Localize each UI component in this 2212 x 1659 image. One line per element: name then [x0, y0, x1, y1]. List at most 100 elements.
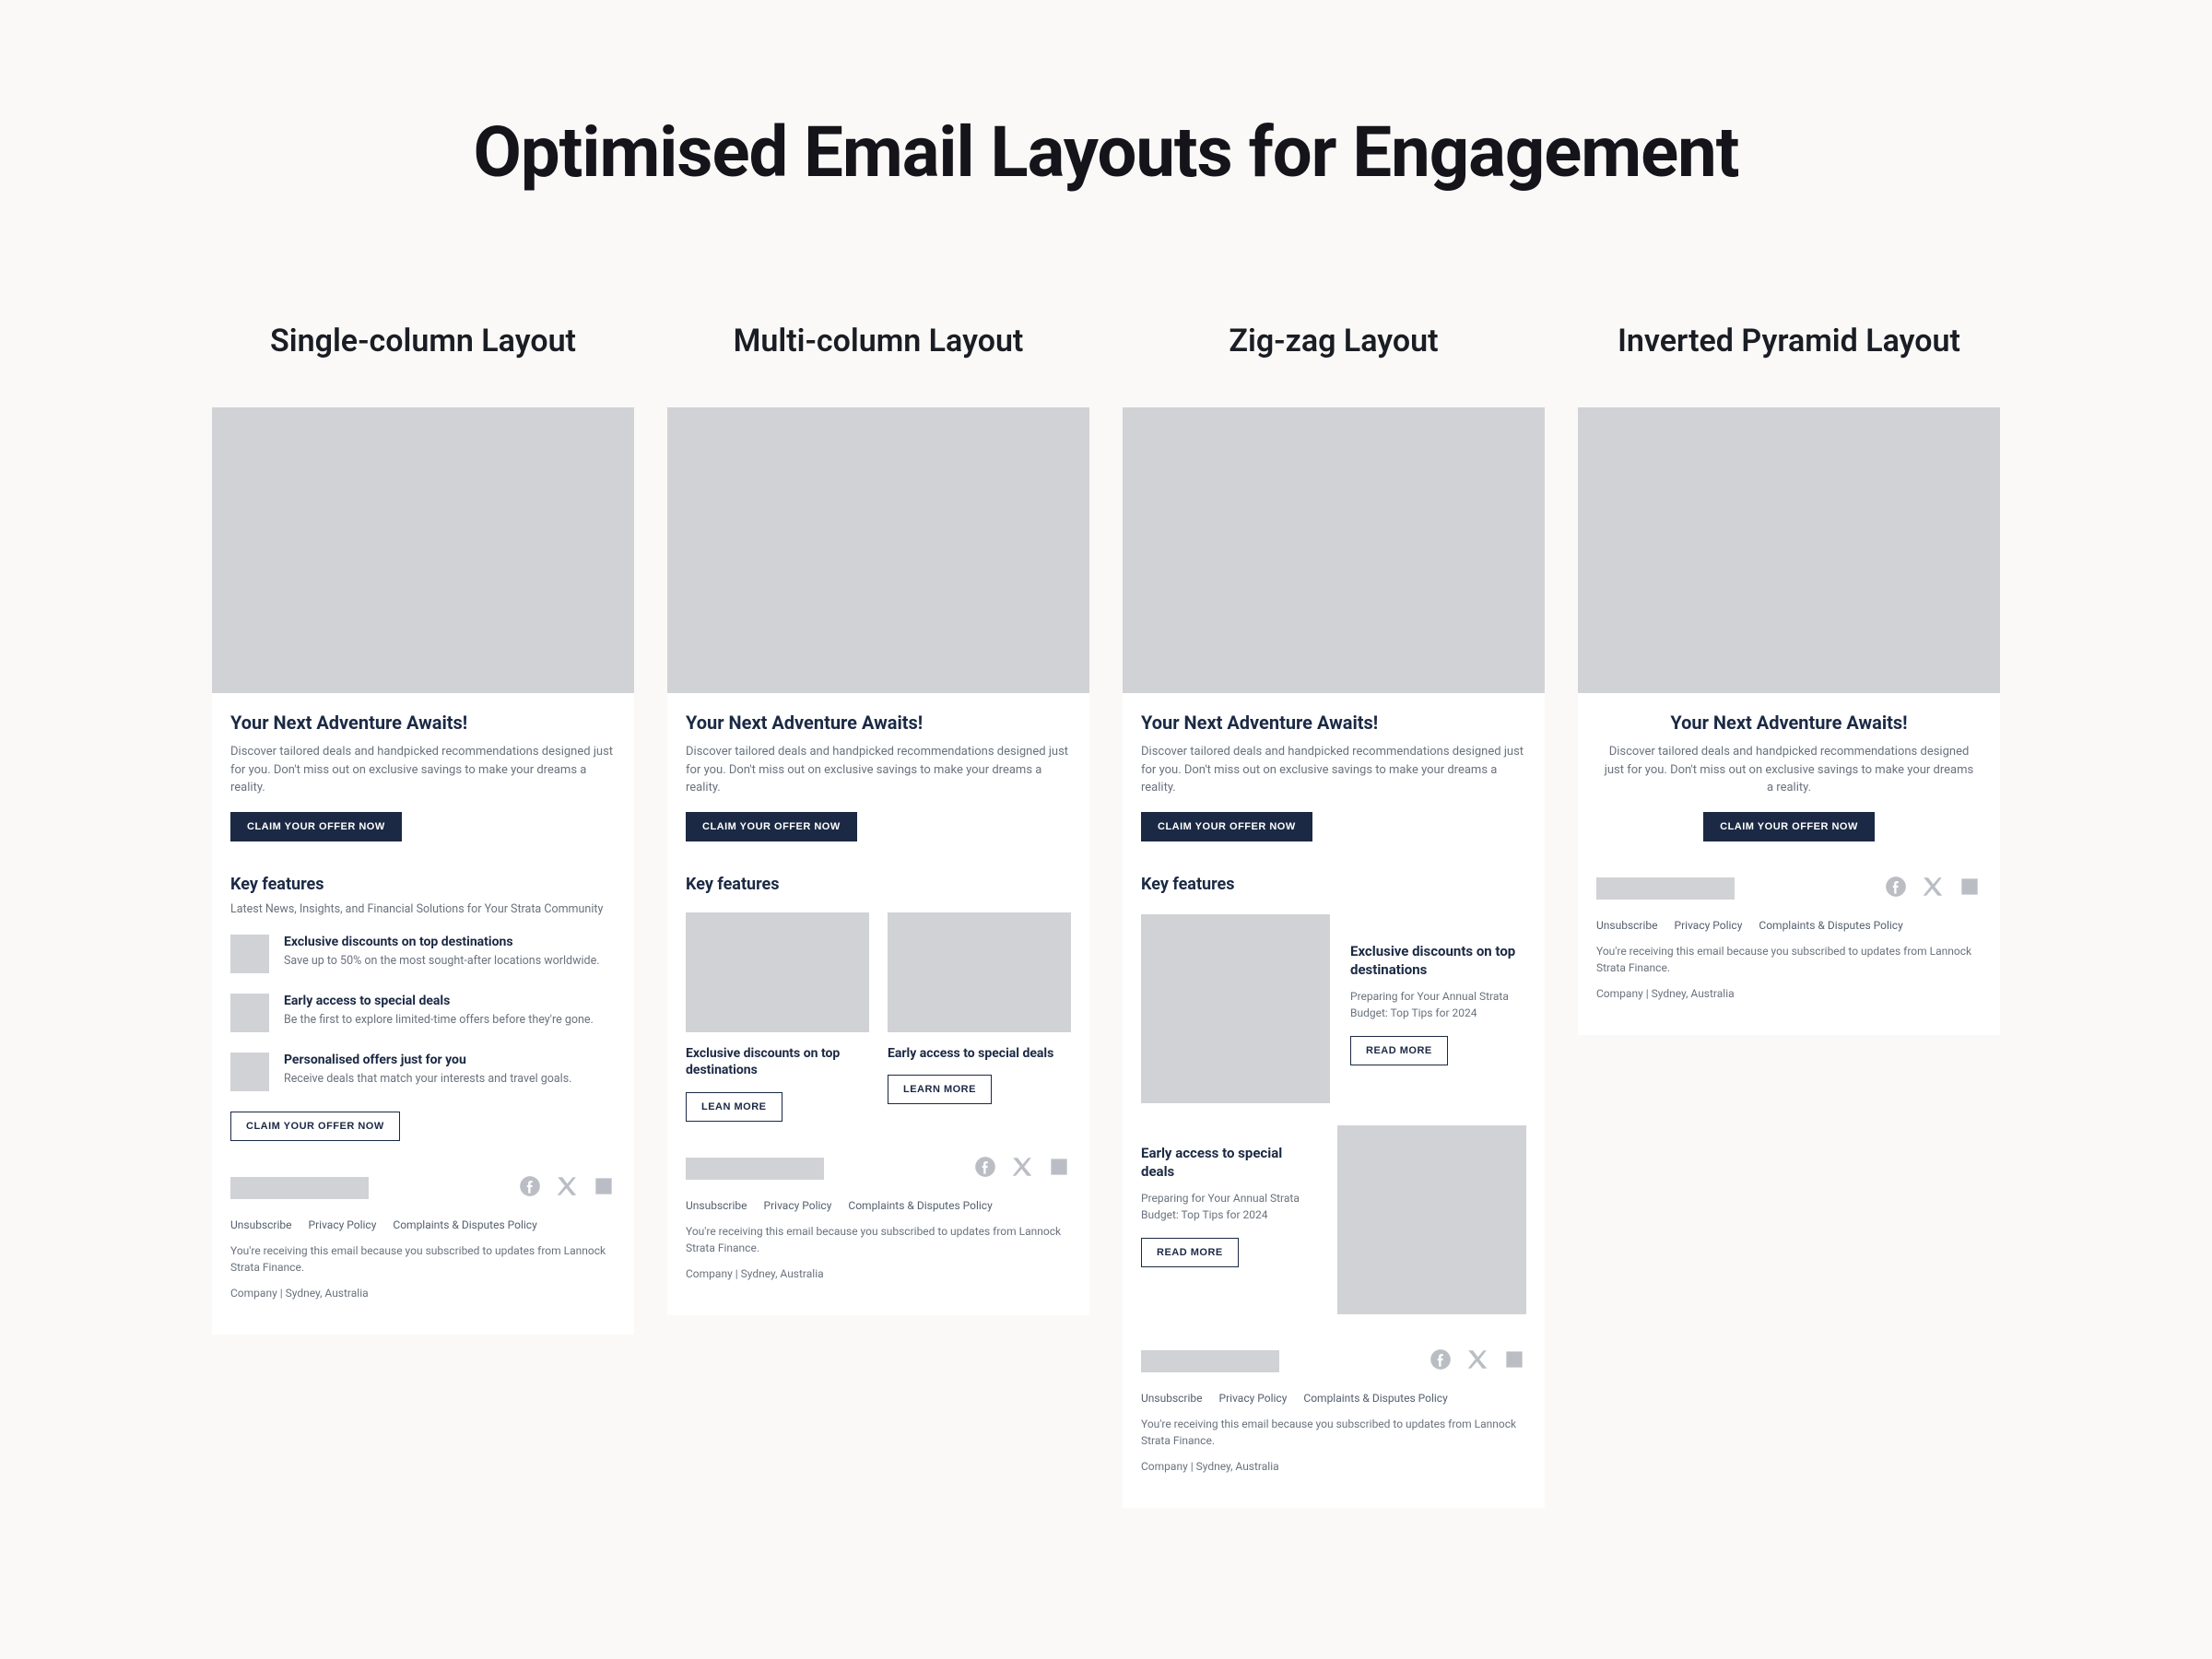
- feature-thumb-placeholder: [686, 912, 869, 1032]
- facebook-icon[interactable]: [518, 1174, 542, 1202]
- feature-title: Exclusive discounts on top destinations: [1350, 942, 1526, 980]
- hero-image-placeholder: [212, 407, 634, 693]
- x-icon[interactable]: [1010, 1155, 1034, 1182]
- linkedin-icon[interactable]: [1047, 1155, 1071, 1182]
- footer-links: Unsubscribe Privacy Policy Complaints & …: [1596, 919, 1982, 932]
- footer-complaints-link[interactable]: Complaints & Disputes Policy: [1303, 1392, 1447, 1405]
- layout-title: Single-column Layout: [212, 323, 634, 359]
- footer-privacy-link[interactable]: Privacy Policy: [1219, 1392, 1288, 1405]
- layouts-row: Single-column Layout Your Next Adventure…: [212, 323, 2000, 1508]
- footer-complaints-link[interactable]: Complaints & Disputes Policy: [393, 1218, 536, 1231]
- email-card: Your Next Adventure Awaits! Discover tai…: [667, 407, 1089, 1315]
- page-title: Optimised Email Layouts for Engagement: [212, 111, 2000, 194]
- footer-bar: [230, 1174, 616, 1202]
- facebook-icon[interactable]: [973, 1155, 997, 1182]
- footer-unsubscribe-link[interactable]: Unsubscribe: [230, 1218, 292, 1231]
- cta-primary-button[interactable]: CLAIM YOUR OFFER NOW: [230, 812, 402, 841]
- footer-reason: You're receiving this email because you …: [686, 1223, 1071, 1256]
- footer-company: Company | Sydney, Australia: [1141, 1458, 1526, 1475]
- social-icons: [973, 1155, 1071, 1182]
- feature-thumb-placeholder: [1141, 914, 1330, 1103]
- key-features-heading: Key features: [230, 875, 616, 894]
- footer-bar: [1596, 875, 1982, 902]
- learn-more-button[interactable]: LEARN MORE: [888, 1075, 992, 1104]
- footer-unsubscribe-link[interactable]: Unsubscribe: [686, 1199, 747, 1212]
- feature-title: Early access to special deals: [1141, 1144, 1317, 1182]
- feature-desc: Receive deals that match your interests …: [284, 1071, 571, 1088]
- multi-feature-grid: Exclusive discounts on top destinations …: [686, 912, 1071, 1123]
- x-icon[interactable]: [1465, 1347, 1489, 1375]
- footer-complaints-link[interactable]: Complaints & Disputes Policy: [848, 1199, 992, 1212]
- footer-logo-placeholder: [1596, 877, 1735, 900]
- zigzag-row: Exclusive discounts on top destinations …: [1141, 914, 1526, 1103]
- cta-secondary-button[interactable]: CLAIM YOUR OFFER NOW: [230, 1112, 400, 1141]
- footer-unsubscribe-link[interactable]: Unsubscribe: [1596, 919, 1658, 932]
- footer-logo-placeholder: [230, 1177, 369, 1199]
- email-body: Discover tailored deals and handpicked r…: [686, 743, 1071, 797]
- feature-title: Exclusive discounts on top destinations: [284, 935, 600, 949]
- feature-desc: Be the first to explore limited-time off…: [284, 1012, 594, 1030]
- lean-more-button[interactable]: LEAN MORE: [686, 1092, 782, 1122]
- footer-links: Unsubscribe Privacy Policy Complaints & …: [1141, 1392, 1526, 1405]
- x-icon[interactable]: [555, 1174, 579, 1202]
- feature-row: Exclusive discounts on top destinations …: [230, 935, 616, 973]
- cta-primary-button[interactable]: CLAIM YOUR OFFER NOW: [1141, 812, 1312, 841]
- hero-image-placeholder: [1578, 407, 2000, 693]
- feature-title: Exclusive discounts on top destinations: [686, 1045, 869, 1080]
- read-more-button[interactable]: READ MORE: [1350, 1036, 1448, 1065]
- footer-reason: You're receiving this email because you …: [1141, 1416, 1526, 1449]
- footer-company: Company | Sydney, Australia: [1596, 985, 1982, 1002]
- email-card: Your Next Adventure Awaits! Discover tai…: [1123, 407, 1545, 1508]
- feature-desc: Preparing for Your Annual Strata Budget:…: [1350, 988, 1526, 1021]
- linkedin-icon[interactable]: [1958, 875, 1982, 902]
- layout-single-column: Single-column Layout Your Next Adventure…: [212, 323, 634, 1335]
- email-headline: Your Next Adventure Awaits!: [230, 712, 616, 734]
- layout-title: Multi-column Layout: [667, 323, 1089, 359]
- feature-thumb-placeholder: [230, 994, 269, 1032]
- social-icons: [1429, 1347, 1526, 1375]
- feature-thumb-placeholder: [888, 912, 1071, 1032]
- footer-logo-placeholder: [686, 1158, 824, 1180]
- footer-bar: [1141, 1347, 1526, 1375]
- cta-primary-button[interactable]: CLAIM YOUR OFFER NOW: [1703, 812, 1875, 841]
- key-features-subtext: Latest News, Insights, and Financial Sol…: [230, 901, 616, 919]
- layout-title: Zig-zag Layout: [1123, 323, 1545, 359]
- feature-thumb-placeholder: [230, 935, 269, 973]
- email-headline: Your Next Adventure Awaits!: [686, 712, 1071, 734]
- feature-desc: Preparing for Your Annual Strata Budget:…: [1141, 1190, 1317, 1223]
- footer-logo-placeholder: [1141, 1350, 1279, 1372]
- facebook-icon[interactable]: [1884, 875, 1908, 902]
- feature-card: Exclusive discounts on top destinations …: [686, 912, 869, 1123]
- linkedin-icon[interactable]: [592, 1174, 616, 1202]
- footer-privacy-link[interactable]: Privacy Policy: [764, 1199, 832, 1212]
- x-icon[interactable]: [1921, 875, 1945, 902]
- feature-title: Personalised offers just for you: [284, 1053, 571, 1067]
- email-headline: Your Next Adventure Awaits!: [1596, 712, 1982, 734]
- feature-row: Early access to special deals Be the fir…: [230, 994, 616, 1032]
- cta-primary-button[interactable]: CLAIM YOUR OFFER NOW: [686, 812, 857, 841]
- email-headline: Your Next Adventure Awaits!: [1141, 712, 1526, 734]
- footer-links: Unsubscribe Privacy Policy Complaints & …: [230, 1218, 616, 1231]
- footer-links: Unsubscribe Privacy Policy Complaints & …: [686, 1199, 1071, 1212]
- key-features-heading: Key features: [1141, 875, 1526, 894]
- hero-image-placeholder: [667, 407, 1089, 693]
- footer-privacy-link[interactable]: Privacy Policy: [309, 1218, 377, 1231]
- feature-desc: Save up to 50% on the most sought-after …: [284, 953, 600, 971]
- hero-image-placeholder: [1123, 407, 1545, 693]
- footer-complaints-link[interactable]: Complaints & Disputes Policy: [1759, 919, 1902, 932]
- footer-unsubscribe-link[interactable]: Unsubscribe: [1141, 1392, 1203, 1405]
- email-card: Your Next Adventure Awaits! Discover tai…: [1578, 407, 2000, 1035]
- footer-privacy-link[interactable]: Privacy Policy: [1675, 919, 1743, 932]
- footer-company: Company | Sydney, Australia: [230, 1285, 616, 1301]
- layout-multi-column: Multi-column Layout Your Next Adventure …: [667, 323, 1089, 1315]
- layout-zig-zag: Zig-zag Layout Your Next Adventure Await…: [1123, 323, 1545, 1508]
- key-features-heading: Key features: [686, 875, 1071, 894]
- email-body: Discover tailored deals and handpicked r…: [230, 743, 616, 797]
- zigzag-row: Early access to special deals Preparing …: [1141, 1125, 1526, 1314]
- facebook-icon[interactable]: [1429, 1347, 1453, 1375]
- email-body: Discover tailored deals and handpicked r…: [1141, 743, 1526, 797]
- read-more-button[interactable]: READ MORE: [1141, 1238, 1239, 1267]
- linkedin-icon[interactable]: [1502, 1347, 1526, 1375]
- feature-card: Early access to special deals LEARN MORE: [888, 912, 1071, 1123]
- feature-thumb-placeholder: [230, 1053, 269, 1091]
